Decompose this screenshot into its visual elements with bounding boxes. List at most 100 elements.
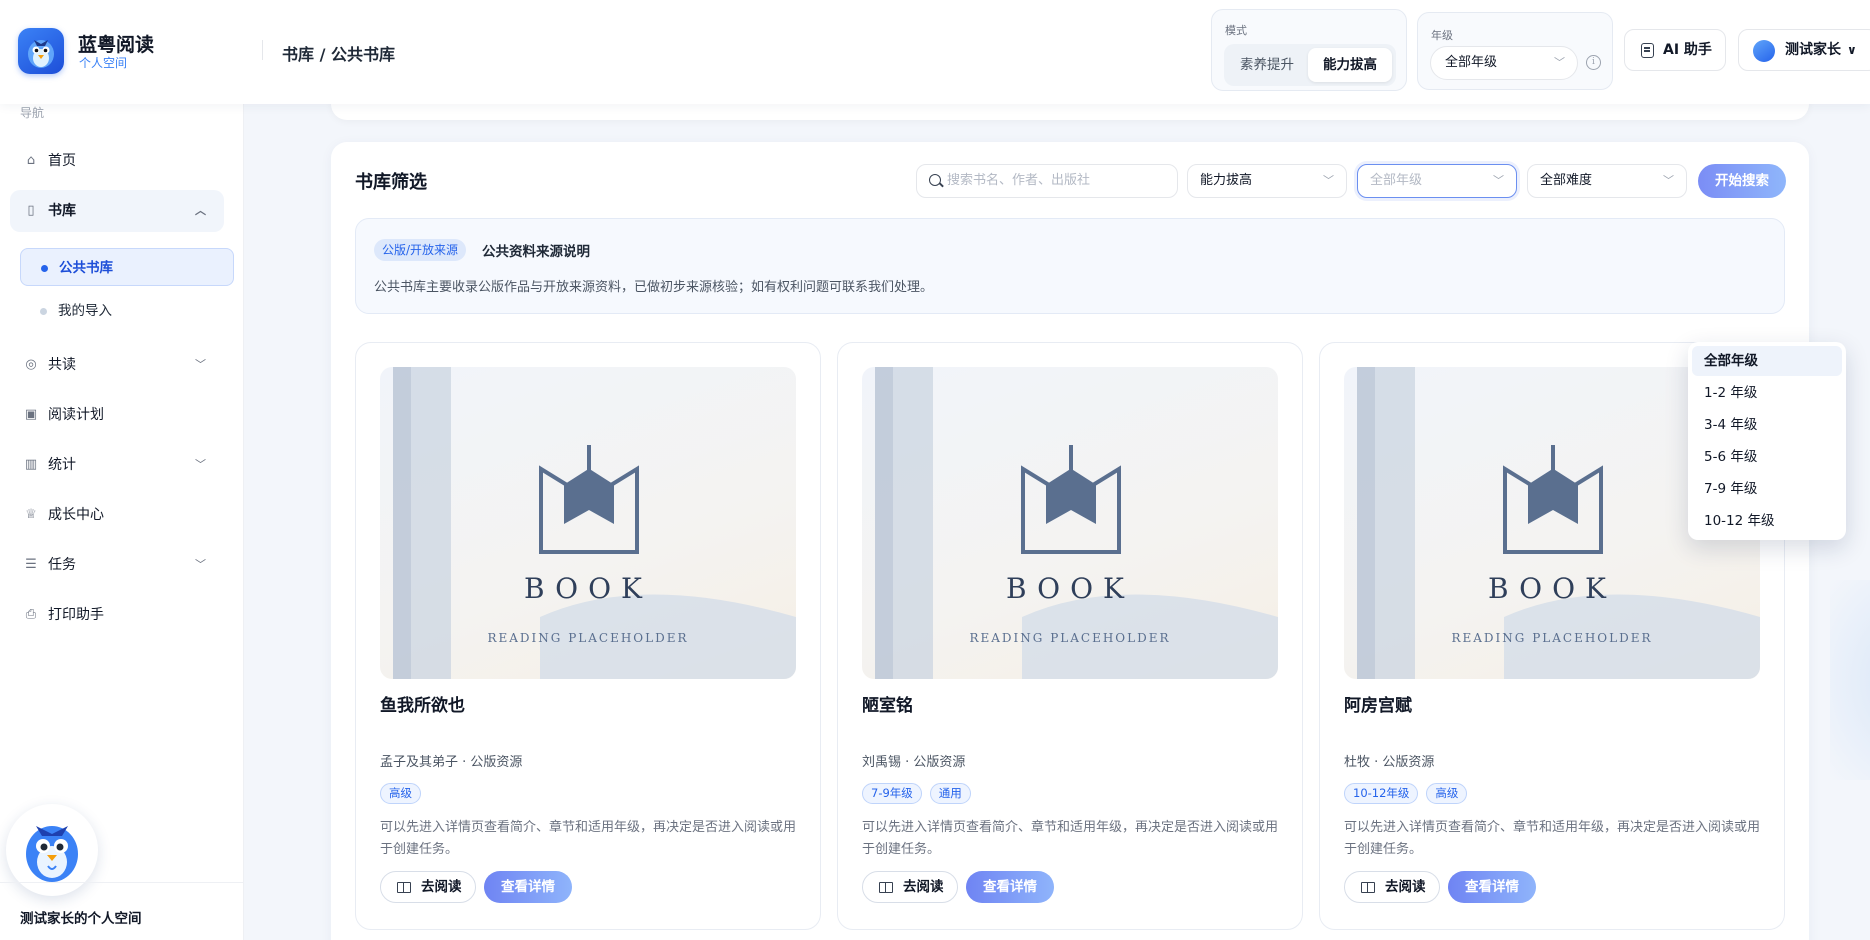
mode-option-ability[interactable]: 能力拔高	[1308, 48, 1392, 82]
sidebar-item-label: 任务	[48, 557, 76, 573]
grade-option-1-2[interactable]: 1-2 年级	[1692, 378, 1842, 408]
sidebar-item-label: 共读	[48, 357, 76, 373]
mode-segmented-control: 素养提升 能力拔高	[1224, 44, 1396, 86]
ai-assistant-button[interactable]: AI 助手	[1624, 29, 1726, 71]
cover-subtitle: READING PLACEHOLDER	[487, 631, 688, 645]
open-book-icon	[879, 882, 893, 893]
background-glow	[1830, 580, 1870, 780]
view-detail-button[interactable]: 查看详情	[1448, 871, 1536, 903]
start-search-button[interactable]: 开始搜索	[1698, 164, 1786, 198]
read-button[interactable]: 去阅读	[380, 871, 476, 903]
book-description: 可以先进入详情页查看简介、章节和适用年级，再决定是否进入阅读或用于创建任务。	[1344, 820, 1761, 857]
sidebar-item-statistics[interactable]: ▥ 统计 ﹀	[10, 444, 224, 486]
app-header: 蓝粤阅读 个人空间 书库 / 公共书库 模式 素养提升 能力拔高 年级 全部年级…	[0, 0, 1870, 104]
book-tags: 10-12年级 高级	[1344, 783, 1475, 804]
header-grade-select[interactable]: 全部年级 ﹀	[1430, 46, 1578, 80]
view-detail-button[interactable]: 查看详情	[484, 871, 572, 903]
search-input[interactable]: 搜索书名、作者、出版社	[916, 164, 1178, 198]
grade-placeholder: 全部年级	[1370, 173, 1423, 188]
book-description: 可以先进入详情页查看简介、章节和适用年级，再决定是否进入阅读或用于创建任务。	[862, 820, 1279, 857]
grade-option-5-6[interactable]: 5-6 年级	[1692, 442, 1842, 472]
chevron-down-icon: ﹀	[195, 458, 206, 471]
sidebar-item-print-assistant[interactable]: ⎙ 打印助手	[10, 594, 224, 636]
read-label: 去阅读	[421, 879, 462, 895]
app-name: 蓝粤阅读	[78, 34, 155, 56]
book-cover: BOOK READING PLACEHOLDER	[380, 367, 796, 679]
read-button[interactable]: 去阅读	[862, 871, 958, 903]
sidebar: 导航 ⌂ 首页 ▯ 书库 ︿ 公共书库 我的导入 ◎ 共读 ﹀ ▣ 阅读计划 ▥…	[0, 104, 244, 940]
difficulty-select[interactable]: 全部难度 ﹀	[1527, 164, 1687, 198]
chevron-down-icon: ﹀	[195, 558, 206, 571]
sidebar-item-label: 首页	[48, 153, 76, 169]
user-menu-button[interactable]: 测试家长 ∨	[1738, 29, 1870, 71]
cover-title: BOOK	[1488, 572, 1616, 605]
book-title[interactable]: 陋室铭	[862, 691, 913, 716]
notice-description: 公共书库主要收录公版作品与开放来源资料，已做初步来源核验；如有权利问题可联系我们…	[374, 280, 934, 295]
read-label: 去阅读	[1385, 879, 1426, 895]
grade-option-10-12[interactable]: 10-12 年级	[1692, 506, 1842, 536]
printer-icon: ⎙	[25, 607, 37, 622]
read-label: 去阅读	[903, 879, 944, 895]
sidebar-item-shared-reading[interactable]: ◎ 共读 ﹀	[10, 344, 224, 386]
book-meta: 杜牧 · 公版资源	[1344, 755, 1435, 770]
book-title[interactable]: 鱼我所欲也	[380, 691, 465, 716]
sidebar-subitem-public-library[interactable]: 公共书库	[20, 248, 234, 286]
mode-label: 模式	[1225, 24, 1247, 37]
source-notice: 公版/开放来源 公共资料来源说明 公共书库主要收录公版作品与开放来源资料，已做初…	[355, 218, 1785, 314]
sidebar-subitem-label: 公共书库	[59, 260, 113, 276]
home-icon: ⌂	[26, 153, 36, 168]
chevron-up-icon: ︿	[195, 204, 206, 217]
grade-option-all[interactable]: 全部年级	[1692, 346, 1842, 376]
app-subtitle: 个人空间	[79, 56, 128, 70]
sidebar-item-home[interactable]: ⌂ 首页	[10, 140, 224, 182]
app-logo[interactable]	[18, 28, 64, 74]
book-card[interactable]: BOOK READING PLACEHOLDER 鱼我所欲也 孟子及其弟子 · …	[355, 342, 821, 930]
open-book-icon	[397, 882, 411, 893]
filter-title: 书库筛选	[355, 172, 427, 193]
sidebar-item-label: 书库	[48, 203, 76, 219]
open-book-icon	[1361, 882, 1375, 893]
info-icon[interactable]: i	[1586, 55, 1601, 70]
view-detail-button[interactable]: 查看详情	[966, 871, 1054, 903]
avatar	[1753, 40, 1775, 62]
dot-icon	[40, 308, 47, 315]
sidebar-subitem-my-imports[interactable]: 我的导入	[20, 292, 234, 330]
cover-subtitle: READING PLACEHOLDER	[969, 631, 1170, 645]
book-card[interactable]: BOOK READING PLACEHOLDER 陋室铭 刘禹锡 · 公版资源 …	[837, 342, 1303, 930]
book-tag: 10-12年级	[1344, 783, 1419, 804]
ability-select[interactable]: 能力拔高 ﹀	[1187, 164, 1347, 198]
chevron-down-icon: ﹀	[195, 358, 206, 371]
book-meta: 孟子及其弟子 · 公版资源	[380, 755, 523, 770]
breadcrumb: 书库 / 公共书库	[282, 45, 395, 64]
grade-dropdown-menu: 全部年级 1-2 年级 3-4 年级 5-6 年级 7-9 年级 10-12 年…	[1688, 342, 1846, 540]
grade-select[interactable]: 全部年级 ﹀	[1357, 164, 1517, 198]
cover-title: BOOK	[524, 572, 652, 605]
grade-option-3-4[interactable]: 3-4 年级	[1692, 410, 1842, 440]
grade-label: 年级	[1431, 29, 1453, 42]
cover-title: BOOK	[1006, 572, 1134, 605]
personal-space-name: 测试家长的个人空间	[20, 911, 142, 927]
mode-switcher: 模式 素养提升 能力拔高	[1211, 9, 1407, 91]
book-tags: 7-9年级 通用	[862, 783, 979, 804]
sidebar-item-label: 统计	[48, 457, 76, 473]
sidebar-item-growth-center[interactable]: ♕ 成长中心	[10, 494, 224, 536]
sidebar-item-label: 打印助手	[48, 607, 104, 623]
read-button[interactable]: 去阅读	[1344, 871, 1440, 903]
book-tag: 通用	[929, 783, 971, 804]
book-meta: 刘禹锡 · 公版资源	[862, 755, 966, 770]
active-dot-icon	[41, 265, 48, 272]
nav-caption: 导航	[20, 106, 45, 120]
cover-subtitle: READING PLACEHOLDER	[1451, 631, 1652, 645]
book-title[interactable]: 阿房宫赋	[1344, 691, 1412, 716]
sidebar-item-tasks[interactable]: ☰ 任务 ﹀	[10, 544, 224, 586]
grade-option-7-9[interactable]: 7-9 年级	[1692, 474, 1842, 504]
chart-icon: ▥	[24, 457, 38, 472]
sidebar-item-reading-plan[interactable]: ▣ 阅读计划	[10, 394, 224, 436]
mode-option-literacy[interactable]: 素养提升	[1228, 48, 1306, 82]
header-grade-value: 全部年级	[1445, 55, 1498, 70]
chevron-down-icon: ﹀	[1663, 174, 1674, 187]
sidebar-item-library[interactable]: ▯ 书库 ︿	[10, 190, 224, 232]
chevron-down-icon: ﹀	[1493, 174, 1504, 187]
book-tag: 高级	[380, 783, 421, 804]
search-placeholder: 搜索书名、作者、出版社	[947, 173, 1091, 188]
